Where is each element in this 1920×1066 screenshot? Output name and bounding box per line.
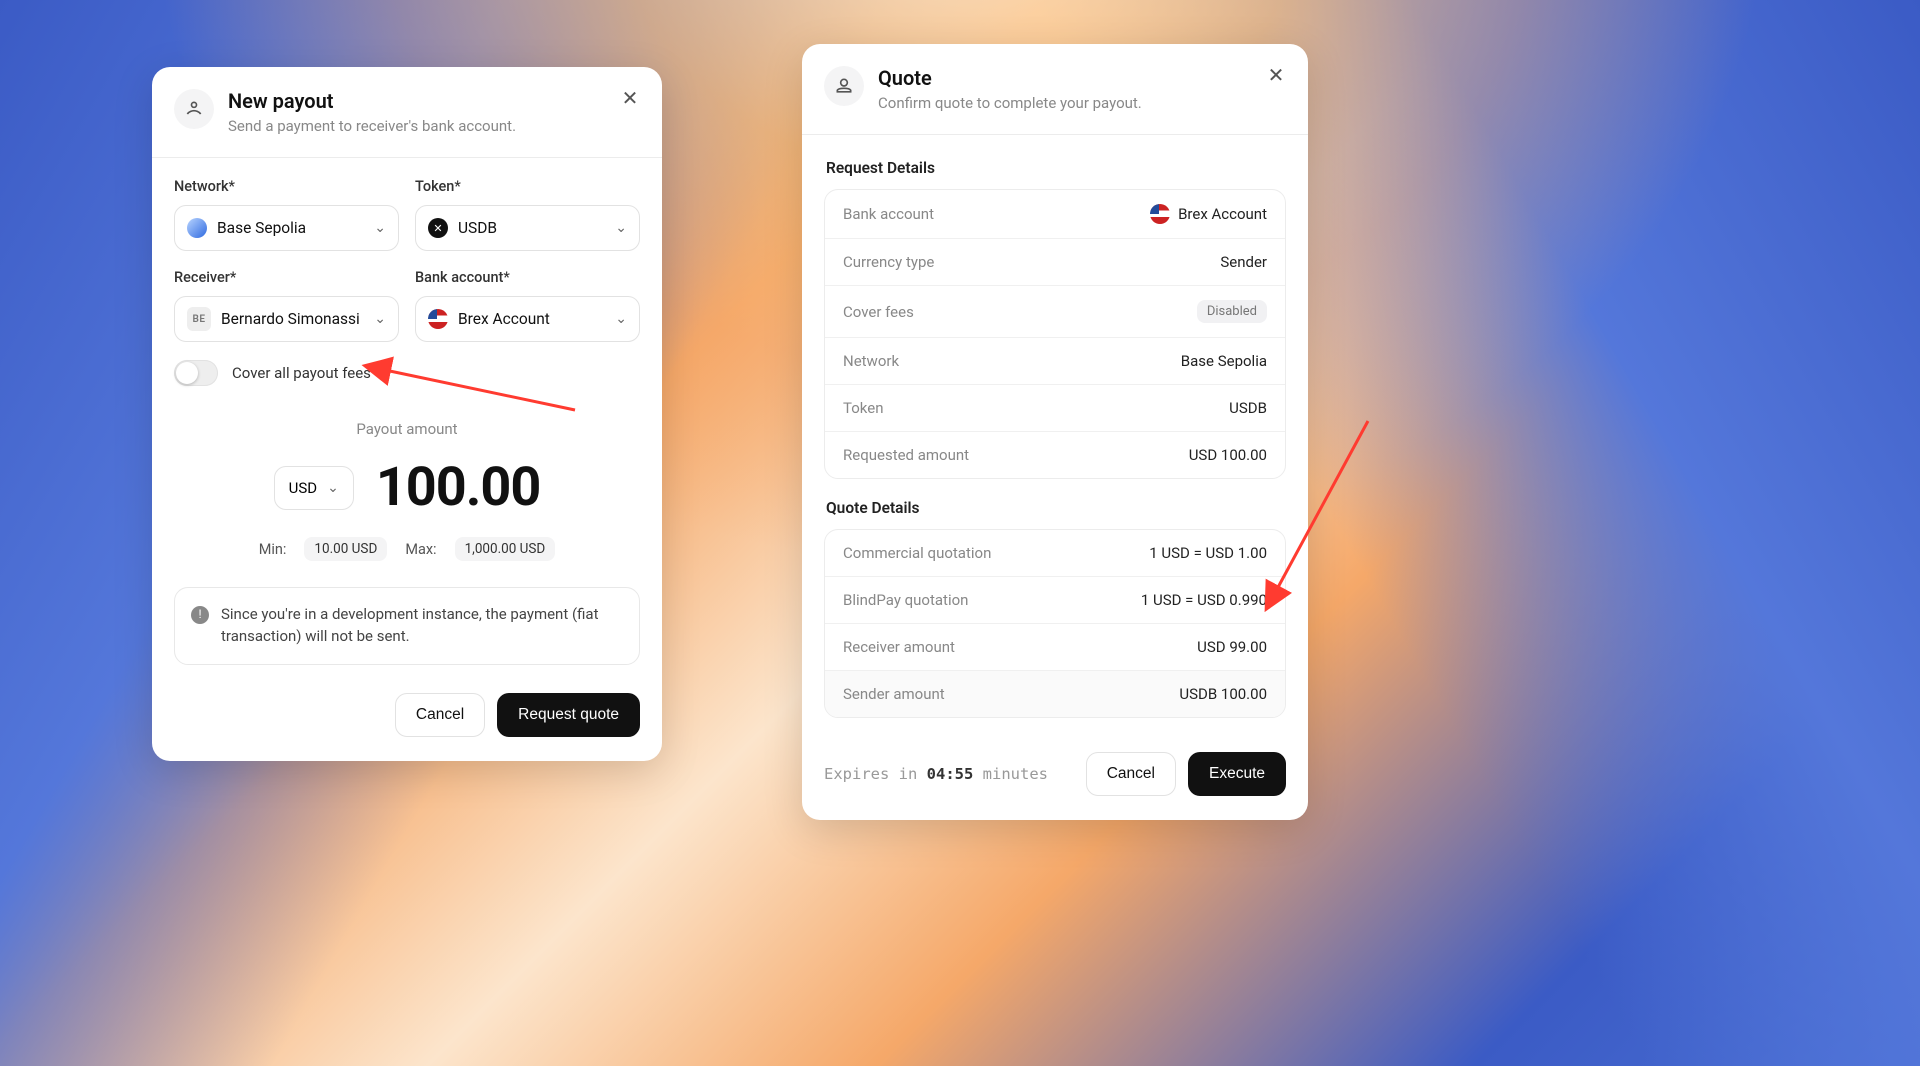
- chevron-down-icon: ⌄: [327, 480, 339, 496]
- detail-value: USDB 100.00: [1179, 685, 1267, 703]
- amount-input[interactable]: 100.00: [376, 456, 541, 519]
- modal-title: New payout: [228, 89, 638, 113]
- token-select[interactable]: ✕ USDB ⌄: [415, 205, 640, 251]
- currency-value: USD: [289, 479, 317, 497]
- modal-header: Quote Confirm quote to complete your pay…: [802, 44, 1308, 135]
- close-button[interactable]: ✕: [616, 85, 644, 113]
- usdb-icon: ✕: [428, 218, 448, 238]
- info-icon: !: [191, 606, 209, 624]
- receiver-select[interactable]: BE Bernardo Simonassi ⌄: [174, 296, 399, 342]
- chevron-down-icon: ⌄: [615, 311, 627, 327]
- modal-title: Quote: [878, 66, 1284, 90]
- detail-row: Receiver amount USD 99.00: [825, 623, 1285, 670]
- min-label: Min:: [259, 541, 287, 558]
- execute-button[interactable]: Execute: [1188, 752, 1286, 796]
- detail-key: Token: [843, 399, 883, 417]
- chevron-down-icon: ⌄: [374, 311, 386, 327]
- chevron-down-icon: ⌄: [374, 220, 386, 236]
- expiry-text: Expires in 04:55 minutes: [824, 765, 1086, 783]
- bank-select[interactable]: Brex Account ⌄: [415, 296, 640, 342]
- max-label: Max:: [405, 541, 436, 558]
- quote-details-title: Quote Details: [826, 499, 1284, 517]
- chevron-down-icon: ⌄: [615, 220, 627, 236]
- detail-row: Requested amount USD 100.00: [825, 431, 1285, 478]
- detail-key: Commercial quotation: [843, 544, 991, 562]
- modal-subtitle: Confirm quote to complete your payout.: [878, 94, 1284, 112]
- bank-label: Bank account*: [415, 269, 640, 286]
- detail-row: Network Base Sepolia: [825, 337, 1285, 384]
- detail-value: USDB: [1229, 399, 1267, 417]
- base-icon: [187, 218, 207, 238]
- receiver-value: Bernardo Simonassi: [221, 310, 364, 328]
- new-payout-modal: New payout Send a payment to receiver's …: [152, 67, 662, 761]
- quote-icon: [824, 66, 864, 106]
- detail-value: 1 USD = USD 1.00: [1149, 544, 1267, 562]
- close-button[interactable]: ✕: [1262, 62, 1290, 90]
- detail-key: Currency type: [843, 253, 934, 271]
- detail-key: Receiver amount: [843, 638, 955, 656]
- network-label: Network*: [174, 178, 399, 195]
- detail-row: Token USDB: [825, 384, 1285, 431]
- quote-details-box: Commercial quotation 1 USD = USD 1.00 Blin…: [824, 529, 1286, 718]
- payout-icon: [174, 89, 214, 129]
- dev-notice: ! Since you're in a development instance…: [174, 587, 640, 665]
- detail-key: Requested amount: [843, 446, 969, 464]
- detail-value: 1 USD = USD 0.990: [1141, 591, 1267, 609]
- detail-row: Bank account Brex Account: [825, 190, 1285, 238]
- detail-value: Disabled: [1197, 300, 1267, 323]
- quote-modal: Quote Confirm quote to complete your pay…: [802, 44, 1308, 820]
- notice-text: Since you're in a development instance, …: [221, 604, 623, 648]
- detail-key: Network: [843, 352, 899, 370]
- max-value: 1,000.00 USD: [455, 537, 556, 561]
- detail-value: Brex Account: [1150, 204, 1267, 224]
- request-details-box: Bank account Brex Account Currency type Sen…: [824, 189, 1286, 479]
- bank-value: Brex Account: [458, 310, 605, 328]
- us-flag-icon: [1150, 204, 1170, 224]
- detail-value: Sender: [1220, 253, 1267, 271]
- detail-value: USD 100.00: [1189, 446, 1267, 464]
- request-quote-button[interactable]: Request quote: [497, 693, 640, 737]
- detail-key: Bank account: [843, 205, 934, 223]
- modal-header: New payout Send a payment to receiver's …: [152, 67, 662, 158]
- cover-fees-toggle[interactable]: [174, 360, 218, 386]
- token-value: USDB: [458, 219, 605, 237]
- modal-subtitle: Send a payment to receiver's bank accoun…: [228, 117, 638, 135]
- network-select[interactable]: Base Sepolia ⌄: [174, 205, 399, 251]
- currency-select[interactable]: USD ⌄: [274, 466, 354, 510]
- detail-row: Commercial quotation 1 USD = USD 1.00: [825, 530, 1285, 576]
- detail-row: Cover fees Disabled: [825, 285, 1285, 337]
- disabled-badge: Disabled: [1197, 300, 1267, 323]
- cover-fees-label: Cover all payout fees: [232, 364, 371, 382]
- receiver-avatar: BE: [187, 307, 211, 331]
- detail-row: Sender amount USDB 100.00: [825, 670, 1285, 717]
- receiver-label: Receiver*: [174, 269, 399, 286]
- request-details-title: Request Details: [826, 159, 1284, 177]
- detail-key: Cover fees: [843, 303, 914, 321]
- network-value: Base Sepolia: [217, 219, 364, 237]
- detail-key: BlindPay quotation: [843, 591, 968, 609]
- us-flag-icon: [428, 309, 448, 329]
- detail-row: BlindPay quotation 1 USD = USD 0.990: [825, 576, 1285, 623]
- detail-key: Sender amount: [843, 685, 945, 703]
- token-label: Token*: [415, 178, 640, 195]
- detail-value: Base Sepolia: [1181, 352, 1267, 370]
- amount-caption: Payout amount: [174, 420, 640, 438]
- min-value: 10.00 USD: [304, 537, 387, 561]
- detail-value: USD 99.00: [1197, 638, 1267, 656]
- cancel-button[interactable]: Cancel: [395, 693, 485, 737]
- detail-row: Currency type Sender: [825, 238, 1285, 285]
- cancel-button[interactable]: Cancel: [1086, 752, 1176, 796]
